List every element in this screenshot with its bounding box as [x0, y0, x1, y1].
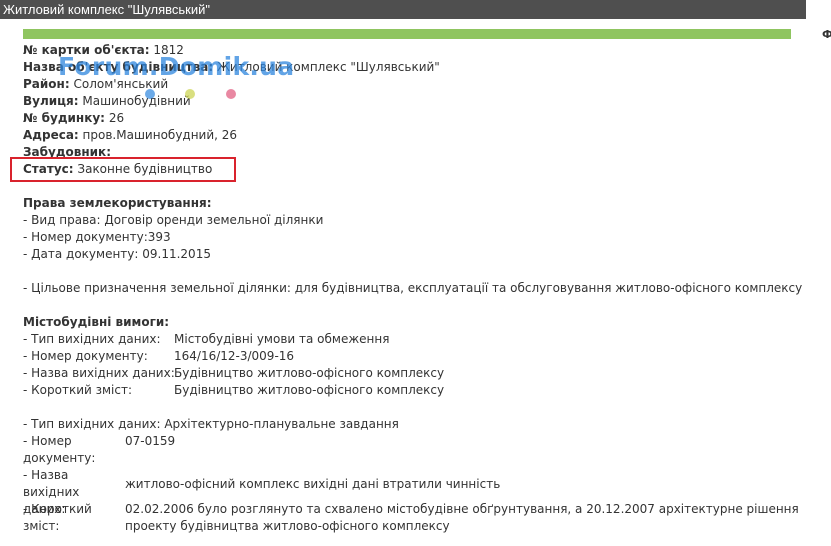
urban-row: - Тип вихідних даних: Містобудівні умови … — [23, 331, 823, 348]
urban-value: житлово-офісний комплекс вихідні дані вт… — [125, 477, 501, 491]
land-doc-number: - Номер документу:393 — [23, 230, 171, 244]
urban-row: - Назва вихідних даних:Будівництво житло… — [23, 365, 823, 382]
urban-key: - Тип вихідних даних: — [23, 332, 161, 346]
side-panel-letter: Ф — [822, 28, 831, 41]
urban-row: - Короткий зміст: 02.02.2006 було розглян… — [23, 501, 823, 535]
urban-row: - Номер документу: 07-0159 — [23, 433, 823, 467]
watermark-dot-icon — [226, 89, 236, 99]
field-label: Район: — [23, 77, 70, 91]
field-address: Адреса: пров.Машинобудний, 26 — [23, 127, 823, 144]
field-label: Вулиця: — [23, 94, 79, 108]
urban-block-1: - Тип вихідних даних: Містобудівні умови … — [23, 331, 823, 399]
field-district: Район: Солом'янський — [23, 76, 823, 93]
watermark-dot-icon — [185, 89, 195, 99]
field-label: Назва об'єкту будівництва: — [23, 60, 214, 74]
urban-value: Будівництво житлово-офісного комплексу — [174, 383, 445, 397]
field-value: Солом'янський — [73, 77, 169, 91]
urban-row: - Короткий зміст: Будівництво житлово-офі… — [23, 382, 823, 399]
urban-key: - Назва вихідних даних: — [23, 366, 175, 380]
urban-value: 07-0159 — [125, 434, 176, 448]
field-label: Адреса: — [23, 128, 79, 142]
field-value: 26 — [108, 111, 125, 125]
urban-value: Будівництво житлово-офісного комплексу — [174, 366, 445, 380]
land-purpose: - Цільове призначення земельної ділянки:… — [23, 281, 803, 295]
urban-value: Містобудівні умови та обмеження — [174, 332, 390, 346]
urban-block-2: - Номер документу: 07-0159 - Назва вихідн… — [23, 433, 823, 535]
field-object-name: Назва об'єкту будівництва: Житловий комп… — [23, 59, 823, 76]
urban-row: - Назва вихідних даних:житлово-офісний к… — [23, 467, 823, 516]
urban-value: 164/16/12-3/009-16 — [174, 349, 295, 363]
urban-value: 02.02.2006 було розглянуто та схвалено м… — [125, 502, 799, 533]
urban-requirements-title: Містобудівні вимоги: — [23, 315, 170, 329]
land-rights-title: Права землекористування: — [23, 196, 212, 210]
status-highlight-box — [10, 157, 236, 182]
urban-row: - Номер документу: 164/16/12-3/009-16 — [23, 348, 823, 365]
field-value: Житловий комплекс "Шулявський" — [216, 60, 440, 74]
watermark-dot-icon — [145, 89, 155, 99]
field-label: № будинку: — [23, 111, 105, 125]
field-building-number: № будинку: 26 — [23, 110, 823, 127]
land-right-type: - Вид права: Договір оренди земельної ді… — [23, 213, 324, 227]
land-doc-date: - Дата документу: 09.11.2015 — [23, 247, 211, 261]
field-value: 1812 — [153, 43, 184, 57]
urban-block-2-type: - Тип вихідних даних: Архітектурно-плану… — [23, 417, 399, 431]
window-title: Житловий комплекс "Шулявський" — [0, 0, 806, 19]
green-header-bar — [23, 29, 791, 39]
field-card-number: № картки об'єкта: 1812 — [23, 42, 823, 59]
urban-key: - Номер документу: — [23, 434, 96, 465]
field-label: № картки об'єкта: — [23, 43, 150, 57]
urban-key: - Номер документу: — [23, 349, 148, 363]
field-value: Машинобудівний — [82, 94, 191, 108]
object-card: № картки об'єкта: 1812 Назва об'єкту буд… — [23, 42, 823, 535]
urban-key: - Короткий зміст: — [23, 502, 92, 533]
field-street: Вулиця: Машинобудівний — [23, 93, 823, 110]
urban-key: - Короткий зміст: — [23, 383, 133, 397]
field-value: пров.Машинобудний, 26 — [82, 128, 238, 142]
